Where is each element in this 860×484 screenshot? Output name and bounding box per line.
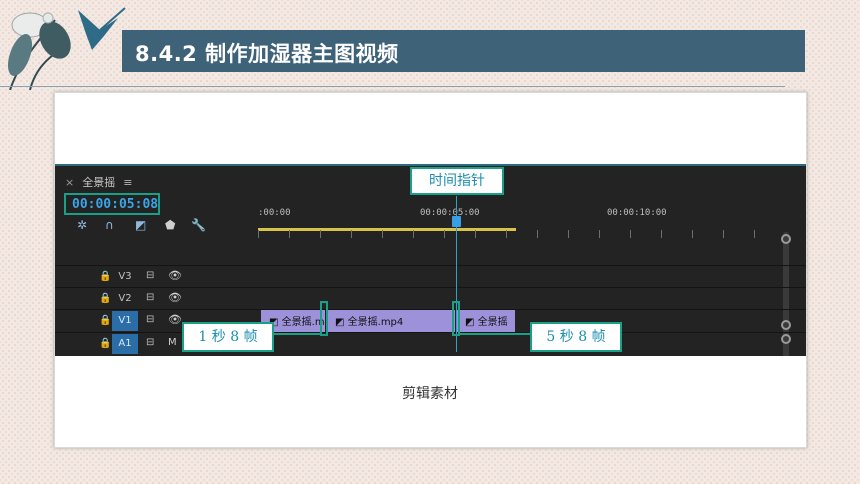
- sync-lock-icon[interactable]: ⊟: [146, 314, 154, 325]
- eye-icon[interactable]: 👁: [168, 313, 182, 326]
- track-name[interactable]: V1: [112, 311, 138, 331]
- lock-icon[interactable]: 🔒: [99, 271, 111, 282]
- floral-hummingbird-decoration: [7, 7, 126, 90]
- track-header-v2: 🔒 V2 ⊟ 👁: [55, 288, 258, 310]
- right-callout-leader: [458, 333, 530, 335]
- scroll-top-knob[interactable]: [781, 234, 791, 244]
- playhead-callout: 时间指针: [410, 167, 504, 195]
- lock-icon[interactable]: 🔒: [99, 315, 111, 326]
- left-callout-leader: [270, 333, 322, 335]
- right-cut-marker: [452, 301, 460, 336]
- clip-segment-2[interactable]: ◩ 全景摇.mp4: [327, 310, 455, 332]
- playhead-timecode[interactable]: 00:00:05:08: [64, 193, 160, 215]
- track-name[interactable]: V3: [112, 267, 138, 287]
- mute-toggle[interactable]: M: [168, 337, 177, 348]
- ruler-label-5s: 00:00:05:00: [420, 208, 480, 218]
- clip-name: 全景摇.mp4: [347, 317, 404, 328]
- lock-icon[interactable]: 🔒: [99, 338, 111, 349]
- ruler-label-start: :00:00: [258, 208, 291, 218]
- track-name[interactable]: A1: [112, 334, 138, 354]
- panel-menu-icon[interactable]: ≡: [123, 176, 132, 189]
- playhead-handle[interactable]: [452, 216, 461, 227]
- sequence-tab[interactable]: × 全景摇 ≡: [65, 174, 132, 190]
- eye-icon[interactable]: 👁: [168, 291, 182, 304]
- sync-lock-icon[interactable]: ⊟: [146, 292, 154, 303]
- ruler-label-10s: 00:00:10:00: [607, 208, 667, 218]
- sequence-tab-label: 全景摇: [82, 176, 116, 189]
- close-icon[interactable]: ×: [65, 176, 74, 189]
- header-divider: [0, 86, 785, 87]
- clip-name: 全景摇: [477, 317, 508, 328]
- time-ruler[interactable]: :00:00 00:00:05:00 00:00:10:00: [258, 202, 783, 262]
- linked-selection-icon[interactable]: ◩: [135, 218, 146, 232]
- snap-icon[interactable]: ✲: [77, 218, 87, 232]
- ruler-ticks: [258, 230, 783, 238]
- marker-icon[interactable]: ⬟: [165, 218, 175, 232]
- eye-icon[interactable]: 👁: [168, 269, 182, 282]
- scroll-knob-bottom[interactable]: [781, 334, 791, 344]
- right-cut-callout: 5 秒 8 帧: [530, 322, 622, 352]
- track-name[interactable]: V2: [112, 289, 138, 309]
- left-cut-callout: 1 秒 8 帧: [182, 322, 274, 352]
- lock-icon[interactable]: 🔒: [99, 293, 111, 304]
- sync-lock-icon[interactable]: ⊟: [146, 270, 154, 281]
- sync-lock-icon[interactable]: ⊟: [146, 337, 154, 348]
- slide-title: 8.4.2 制作加湿器主图视频: [135, 42, 399, 66]
- track-header-v3: 🔒 V3 ⊟ 👁: [55, 266, 258, 288]
- clip-name: 全景摇.m: [281, 317, 325, 328]
- wrench-icon[interactable]: 🔧: [191, 218, 206, 232]
- left-cut-marker: [320, 301, 328, 336]
- figure-caption: 剪辑素材: [402, 386, 458, 402]
- clip-segment-3[interactable]: ◩ 全景摇: [457, 310, 515, 332]
- scroll-knob-lower[interactable]: [781, 320, 791, 330]
- magnet-icon[interactable]: ∩: [105, 218, 114, 232]
